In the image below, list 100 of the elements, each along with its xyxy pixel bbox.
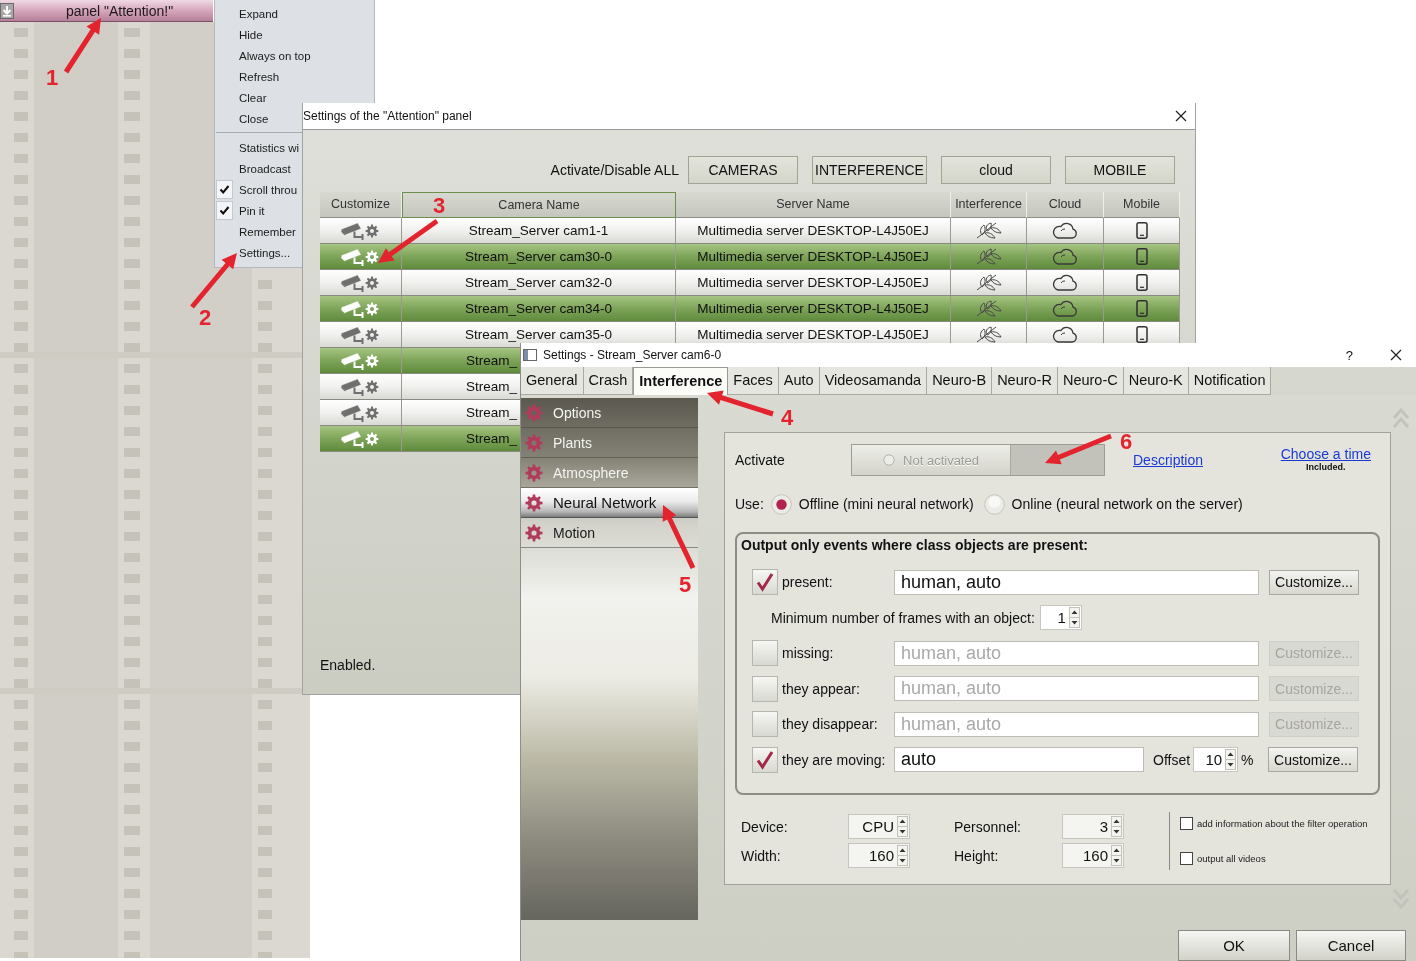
camera-gear-icon[interactable] — [340, 273, 381, 292]
tab[interactable]: Interference — [633, 367, 729, 395]
side-menu-item[interactable]: Plants — [521, 428, 698, 458]
annotation-arrow — [63, 18, 101, 74]
checkbox-label: they disappear: — [782, 716, 878, 733]
close-icon[interactable] — [1390, 349, 1402, 361]
table-row[interactable]: Stream_Server cam32-0 Multimedia server DESKTOP-L4J50EJ — [320, 270, 1180, 296]
spinner-field[interactable]: 10 — [1193, 747, 1239, 773]
tab[interactable]: Neuro-K — [1123, 367, 1189, 395]
cloud-icon[interactable] — [1052, 274, 1078, 291]
camera-gear-icon[interactable] — [340, 351, 381, 370]
tab[interactable]: Neuro-R — [992, 367, 1058, 395]
camera-gear-icon[interactable] — [340, 403, 381, 422]
dialog-button[interactable]: OK — [1178, 930, 1290, 961]
cloud-icon[interactable] — [1052, 326, 1078, 343]
tab[interactable]: Neuro-C — [1057, 367, 1124, 395]
unit-label: % — [1241, 751, 1254, 768]
plant-icon[interactable] — [974, 222, 1003, 239]
side-menu-item[interactable]: Neural Network — [521, 488, 698, 518]
table-row[interactable]: Stream_ — [320, 426, 520, 452]
spinner-arrows-icon[interactable] — [897, 845, 908, 866]
checkbox[interactable] — [752, 746, 778, 773]
plant-icon[interactable] — [974, 248, 1003, 265]
camera-gear-icon[interactable] — [340, 377, 381, 396]
spinner-field[interactable]: 1 — [1039, 605, 1082, 631]
table-row[interactable]: Stream_ — [320, 348, 520, 374]
tab[interactable]: Neuro-B — [927, 367, 993, 395]
menu-item[interactable]: Always on top — [215, 45, 311, 66]
annotation-number: 5 — [679, 573, 692, 597]
phone-icon[interactable] — [1135, 222, 1148, 239]
text-field[interactable]: auto — [894, 747, 1144, 773]
tab[interactable]: Videosamanda — [819, 367, 928, 395]
dialog-button[interactable]: Cancel — [1296, 930, 1406, 961]
spinner-field[interactable]: 160 — [848, 843, 910, 868]
menu-item[interactable]: Clear — [215, 87, 267, 108]
tab[interactable]: Crash — [583, 367, 634, 395]
tab[interactable]: General — [521, 367, 584, 395]
spinner-field[interactable]: 3 — [1062, 814, 1124, 839]
tab[interactable]: Notification — [1188, 367, 1272, 395]
checkbox[interactable] — [752, 711, 778, 738]
table-row[interactable]: Stream_ — [320, 374, 520, 400]
spinner-field[interactable]: 160 — [1062, 843, 1124, 868]
camera-gear-icon[interactable] — [340, 247, 381, 266]
customize-button[interactable]: Customize... — [1268, 747, 1358, 773]
description-link[interactable]: Description — [1133, 452, 1204, 468]
cloud-icon[interactable] — [1052, 222, 1078, 239]
side-menu-item[interactable]: Options — [521, 398, 698, 428]
menu-item[interactable]: Close — [215, 108, 269, 129]
spinner-arrows-icon[interactable] — [897, 816, 908, 837]
spinner-arrows-icon[interactable] — [1225, 749, 1237, 771]
tab[interactable]: Faces — [728, 367, 779, 395]
table-row[interactable]: Stream_Server cam30-0 Multimedia server DESKTOP-L4J50EJ — [320, 244, 1180, 270]
menu-item[interactable]: Expand — [215, 3, 278, 24]
menu-item[interactable]: Scroll throu — [215, 179, 298, 200]
phone-icon[interactable] — [1135, 326, 1148, 343]
spinner-arrows-icon[interactable] — [1068, 607, 1080, 629]
table-row[interactable]: Stream_Server cam1-1 Multimedia server DESKTOP-L4J50EJ — [320, 218, 1180, 244]
plant-icon[interactable] — [974, 274, 1003, 291]
menu-item[interactable]: Settings... — [215, 242, 291, 263]
checkbox[interactable] — [1180, 852, 1193, 865]
cloud-icon[interactable] — [1052, 248, 1078, 265]
text-field[interactable]: human, auto — [894, 569, 1259, 595]
toggle-all-button[interactable]: CAMERAS — [688, 156, 798, 184]
phone-icon[interactable] — [1135, 248, 1148, 265]
panel-title: panel "Attention!" — [65, 2, 174, 19]
cloud-icon[interactable] — [1052, 300, 1078, 317]
camera-gear-icon[interactable] — [340, 429, 381, 448]
radio-button[interactable] — [983, 493, 1005, 515]
plant-icon[interactable] — [974, 300, 1003, 317]
toggle-all-button[interactable]: INTERFERENCE — [812, 156, 927, 184]
table-row[interactable]: Stream_ — [320, 400, 520, 426]
menu-item[interactable]: Refresh — [215, 66, 280, 87]
checkbox[interactable] — [752, 675, 778, 702]
phone-icon[interactable] — [1135, 274, 1148, 291]
menu-item[interactable]: Broadcast — [215, 158, 291, 179]
question-mark[interactable]: ? — [1345, 347, 1353, 363]
camera-gear-icon[interactable] — [340, 221, 381, 240]
checkbox[interactable] — [752, 640, 778, 667]
plant-icon[interactable] — [974, 326, 1003, 343]
spinner-arrows-icon[interactable] — [1111, 845, 1122, 866]
schedule-link[interactable]: Choose a time — [1280, 446, 1371, 462]
camera-gear-icon[interactable] — [340, 325, 381, 344]
checkbox[interactable] — [752, 569, 778, 595]
menu-item[interactable]: Remember — [215, 221, 296, 242]
customize-button[interactable]: Customize... — [1269, 569, 1359, 595]
tab[interactable]: Auto — [778, 367, 820, 395]
spinner-arrows-icon[interactable] — [1111, 816, 1122, 837]
checkbox-label: present: — [782, 574, 833, 590]
toggle-all-button[interactable]: cloud — [941, 156, 1051, 184]
spinner-field[interactable]: CPU — [848, 814, 910, 839]
toggle-all-button[interactable]: MOBILE — [1065, 156, 1175, 184]
checkbox[interactable] — [1180, 817, 1193, 830]
close-icon[interactable] — [1175, 110, 1187, 122]
radio-button[interactable] — [770, 493, 792, 515]
camera-gear-icon[interactable] — [340, 299, 381, 318]
menu-item[interactable]: Hide — [215, 24, 263, 45]
menu-item[interactable]: Pin it — [215, 200, 265, 221]
table-row[interactable]: Stream_Server cam34-0 Multimedia server DESKTOP-L4J50EJ — [320, 296, 1180, 322]
menu-item[interactable]: Statistics wi — [215, 137, 300, 158]
phone-icon[interactable] — [1135, 300, 1148, 317]
